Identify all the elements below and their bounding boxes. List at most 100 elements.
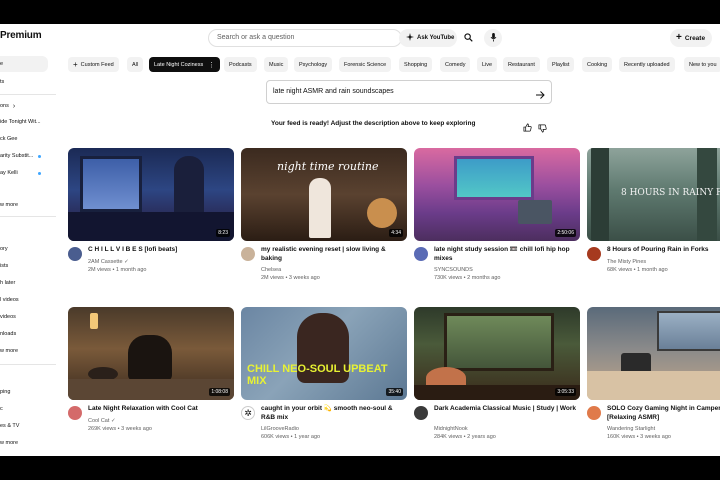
lamp-art: [90, 313, 98, 329]
video-title[interactable]: caught in your orbit 💫 smooth neo-soul &…: [261, 405, 407, 422]
video-thumbnail[interactable]: 1:08:08: [68, 307, 234, 400]
channel-name[interactable]: MidnightNook: [434, 425, 468, 433]
chip-live[interactable]: Live: [477, 57, 498, 72]
blanket-art: [587, 371, 720, 400]
video-stats: 606K views • 1 year ago: [261, 434, 321, 440]
video-stats: 2M views • 3 weeks ago: [261, 275, 320, 281]
video-title[interactable]: C H I L L V I B E S [lofi beats]: [88, 246, 234, 255]
plus-icon: +: [676, 32, 682, 43]
chip-podcasts[interactable]: Podcasts: [224, 57, 257, 72]
chip-forensic-science[interactable]: Forensic Science: [339, 57, 392, 72]
chip-new-to-you[interactable]: New to you: [684, 57, 720, 72]
youtube-premium-logo[interactable]: Premium: [0, 30, 42, 41]
sidebar-item-your-videos[interactable]: videos: [0, 309, 48, 325]
sparkle-icon: [406, 33, 414, 43]
sidebar-item-watch-later[interactable]: h later: [0, 275, 48, 291]
sidebar-item-history[interactable]: ory: [0, 241, 48, 257]
chip-psychology[interactable]: Psychology: [294, 57, 333, 72]
channel-name[interactable]: SYNCSOUNDS: [434, 266, 473, 274]
search-icon: [463, 29, 473, 47]
video-title[interactable]: SOLO Cozy Gaming Night in Camper D Storm…: [607, 405, 720, 422]
ask-youtube-button[interactable]: Ask YouTube: [399, 29, 457, 47]
video-duration: 1:08:08: [209, 388, 230, 396]
sidebar-item-home[interactable]: e: [0, 56, 48, 72]
microphone-icon: [490, 29, 497, 47]
cat-art: [128, 335, 172, 381]
chip-recently-uploaded[interactable]: Recently uploaded: [619, 57, 675, 72]
search-box[interactable]: Search or ask a question: [208, 29, 402, 47]
channel-name[interactable]: Chelsea: [261, 266, 281, 274]
chip-cooking[interactable]: Cooking: [582, 57, 613, 72]
chip-custom-feed[interactable]: + Custom Feed: [68, 57, 119, 72]
channel-avatar[interactable]: [587, 247, 601, 261]
video-duration: 3:05:33: [555, 388, 576, 396]
app-frame: Premium Search or ask a question Ask You…: [0, 24, 720, 456]
prompt-text: late night ASMR and rain soundscapes: [273, 88, 394, 95]
video-thumbnail[interactable]: 8 HOURS IN RAINY FORKS: [587, 148, 720, 241]
channel-name-text: 2AM Cassette: [88, 259, 123, 265]
sidebar-item-shorts[interactable]: ts: [0, 74, 48, 90]
video-thumbnail[interactable]: 2:50:06: [414, 148, 580, 241]
laptop-art: [518, 200, 552, 224]
video-thumbnail[interactable]: 8:23: [68, 148, 234, 241]
channel-name[interactable]: 2AM Cassette ✓: [88, 258, 129, 266]
chip-playlist[interactable]: Playlist: [547, 57, 575, 72]
sidebar-item-downloads[interactable]: nloads: [0, 326, 48, 342]
channel-avatar[interactable]: ✲: [241, 406, 255, 420]
channel-avatar[interactable]: [414, 247, 428, 261]
channel-avatar[interactable]: [414, 406, 428, 420]
arrow-right-icon[interactable]: [535, 87, 545, 105]
sidebar-item-liked-videos[interactable]: l videos: [0, 292, 48, 308]
channel-avatar[interactable]: [68, 247, 82, 261]
video-thumbnail[interactable]: [587, 307, 720, 400]
chip-all[interactable]: All: [127, 57, 144, 72]
thumbnail-overlay-text: night time routine: [277, 160, 379, 173]
video-stats: 284K views • 2 years ago: [434, 434, 496, 440]
video-title[interactable]: 8 Hours of Pouring Rain in Forks: [607, 246, 720, 255]
video-title[interactable]: Late Night Relaxation with Cool Cat: [88, 405, 234, 414]
channel-avatar[interactable]: [68, 406, 82, 420]
sidebar-item-music[interactable]: c: [0, 401, 48, 417]
chip-label: Late Night Coziness: [154, 61, 204, 68]
thumbs-down-icon[interactable]: [538, 120, 547, 138]
voice-search-button[interactable]: [484, 29, 502, 47]
create-button[interactable]: + Create: [670, 29, 712, 47]
channel-name[interactable]: LilGrooveRadio: [261, 425, 299, 433]
window-art: [444, 313, 554, 371]
sidebar-item-movies-tv[interactable]: es & TV: [0, 418, 48, 434]
create-label: Create: [684, 34, 706, 42]
sidebar-item-playlists[interactable]: ists: [0, 258, 48, 274]
channel-avatar[interactable]: [241, 247, 255, 261]
video-title[interactable]: my realistic evening reset | slow living…: [261, 246, 407, 263]
video-duration: 8:23: [216, 229, 230, 237]
sidebar-item-subscription[interactable]: ck Gee: [0, 131, 48, 147]
video-thumbnail[interactable]: night time routine 4:34: [241, 148, 407, 241]
feed-prompt-input[interactable]: late night ASMR and rain soundscapes: [266, 80, 552, 104]
chip-music[interactable]: Music: [264, 57, 289, 72]
sidebar-item-subscription[interactable]: ide Tonight Wit...: [0, 114, 48, 130]
sidebar-item-show-more[interactable]: w more: [0, 435, 48, 451]
channel-avatar[interactable]: [587, 406, 601, 420]
video-thumbnail[interactable]: 3:05:33: [414, 307, 580, 400]
video-title[interactable]: Dark Academia Classical Music | Study | …: [434, 405, 580, 414]
chip-late-night-coziness[interactable]: Late Night Coziness ⋮: [149, 57, 221, 72]
chip-restaurant[interactable]: Restaurant: [503, 57, 540, 72]
channel-name[interactable]: The Misty Pines: [607, 258, 646, 266]
pie-art: [367, 198, 397, 228]
chip-shopping[interactable]: Shopping: [399, 57, 433, 72]
sidebar-item-show-more[interactable]: w more: [0, 197, 48, 213]
sidebar-item-show-more[interactable]: w more: [0, 343, 48, 359]
chip-label: Custom Feed: [80, 61, 114, 68]
sidebar-item-subscriptions[interactable]: ons ›: [0, 98, 48, 114]
search-button[interactable]: [459, 29, 477, 47]
video-thumbnail[interactable]: CHILL NEO-SOUL UPBEAT MIX 35:40: [241, 307, 407, 400]
channel-name[interactable]: Cool Cat ✓: [88, 417, 116, 425]
sidebar-divider: [0, 216, 56, 217]
chip-comedy[interactable]: Comedy: [440, 57, 471, 72]
chevron-right-icon: ›: [12, 102, 16, 110]
verified-icon: ✓: [124, 259, 129, 265]
channel-name[interactable]: Wandering Starlight: [607, 425, 655, 433]
sidebar-item-shopping[interactable]: ping: [0, 384, 48, 400]
video-title[interactable]: late night study session 📼 chill lofi hi…: [434, 246, 580, 263]
thumbs-up-icon[interactable]: [523, 119, 532, 137]
